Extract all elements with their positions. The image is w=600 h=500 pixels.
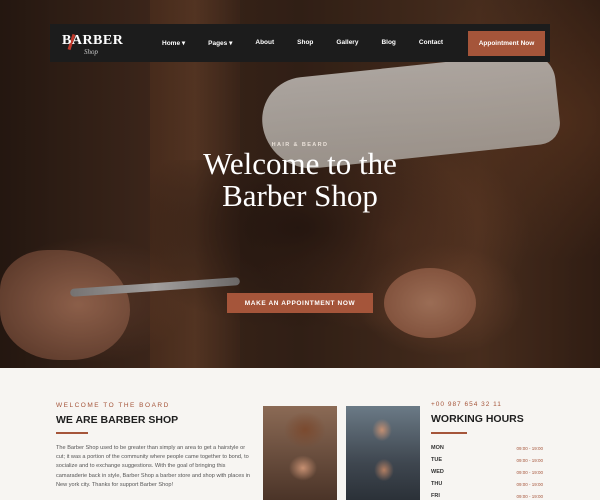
hours-row: MON 09:00 - 19:00: [431, 442, 543, 454]
main-navbar: BARBER Shop Home ▾ Pages ▾ About Shop Ga…: [50, 24, 550, 62]
nav-gallery[interactable]: Gallery: [336, 39, 358, 47]
hours-divider: [431, 432, 467, 434]
day-label: WED: [431, 469, 444, 475]
hours-row: FRI 09:00 - 19:00: [431, 490, 543, 500]
working-hours-title: WORKING HOURS: [431, 413, 524, 425]
make-appointment-button[interactable]: MAKE AN APPOINTMENT NOW: [227, 293, 373, 313]
hours-list: MON 09:00 - 19:00 TUE 09:00 - 19:00 WED …: [431, 442, 543, 500]
time-range: 09:00 - 19:00: [516, 493, 543, 499]
nav-pages[interactable]: Pages ▾: [208, 39, 232, 47]
time-range: 09:00 - 19:00: [516, 445, 543, 451]
time-range: 09:00 - 19:00: [516, 469, 543, 475]
day-label: TUE: [431, 457, 442, 463]
site-logo[interactable]: BARBER Shop: [58, 24, 128, 62]
hours-row: THU 09:00 - 19:00: [431, 478, 543, 490]
logo-subtext: Shop: [84, 48, 98, 56]
phone-number[interactable]: +00 987 654 32 11: [431, 401, 502, 408]
barber-photo-shaving: [263, 406, 337, 500]
nav-shop[interactable]: Shop: [297, 39, 313, 47]
day-label: THU: [431, 481, 443, 487]
nav-home[interactable]: Home ▾: [162, 39, 185, 47]
nav-contact[interactable]: Contact: [419, 39, 443, 47]
appointment-now-button[interactable]: Appointment Now: [468, 31, 545, 56]
hero-title: Welcome to the Barber Shop: [0, 148, 600, 212]
day-label: FRI: [431, 493, 440, 499]
about-body-text: The Barber Shop used to be greater than …: [56, 445, 251, 488]
hero-title-line1: Welcome to the: [203, 146, 397, 181]
about-title: WE ARE BARBER SHOP: [56, 414, 179, 426]
barber-photo-team: [346, 406, 420, 500]
nav-about[interactable]: About: [255, 39, 274, 47]
time-range: 09:00 - 19:00: [516, 481, 543, 487]
nav-blog[interactable]: Blog: [381, 39, 395, 47]
about-divider: [56, 432, 88, 434]
logo-text: BARBER: [62, 33, 124, 48]
hours-row: WED 09:00 - 19:00: [431, 466, 543, 478]
day-label: MON: [431, 445, 444, 451]
hero-title-line2: Barber Shop: [222, 178, 378, 213]
about-kicker: WELCOME TO THE BOARD: [56, 402, 170, 409]
main-menu: Home ▾ Pages ▾ About Shop Gallery Blog C…: [162, 39, 466, 47]
hours-row: TUE 09:00 - 19:00: [431, 454, 543, 466]
time-range: 09:00 - 19:00: [516, 457, 543, 463]
